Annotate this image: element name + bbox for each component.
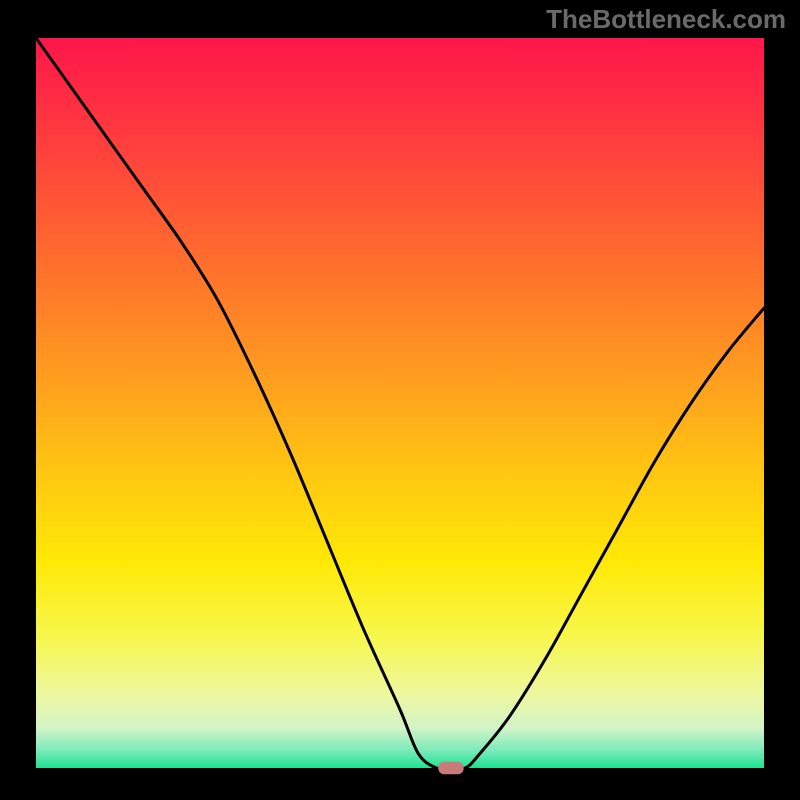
chart-svg <box>0 0 800 800</box>
watermark-label: TheBottleneck.com <box>546 4 786 35</box>
chart-container: { "watermark": "TheBottleneck.com", "plo… <box>0 0 800 800</box>
optimal-marker <box>438 762 463 774</box>
plot-background <box>36 38 764 768</box>
